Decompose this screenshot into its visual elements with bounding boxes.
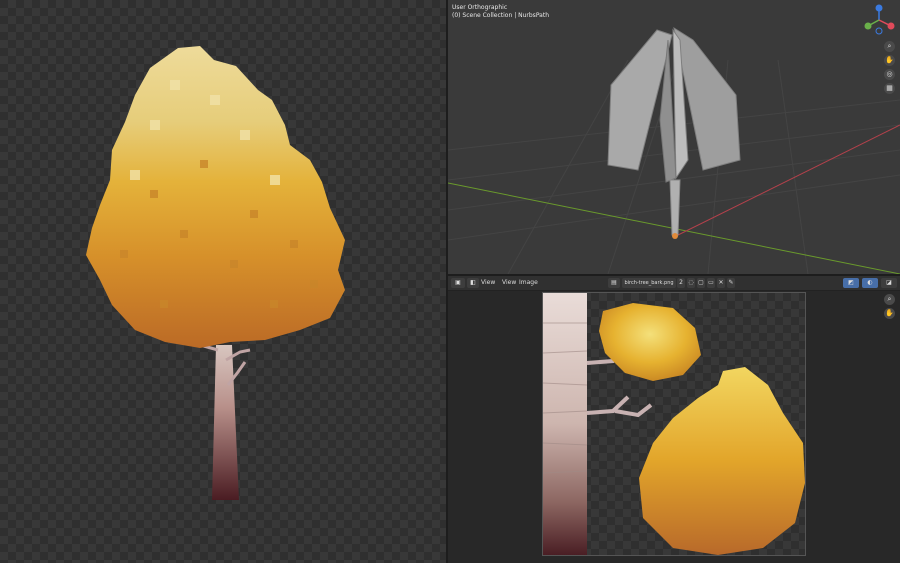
navigation-gizmo[interactable] — [862, 4, 896, 36]
view-name: User Orthographic — [452, 4, 508, 11]
overlay-toggle-icon[interactable]: ◩ — [843, 278, 859, 288]
view-options-icon[interactable]: ◪ — [881, 278, 897, 288]
users-count[interactable]: 2 — [677, 278, 685, 288]
collection-label: (0) Scene Collection | NurbsPath — [452, 12, 549, 19]
tree-render — [86, 46, 345, 500]
grid-icon[interactable]: ▦ — [884, 83, 895, 94]
image-name-field[interactable]: birch-tree_bark.png — [622, 278, 676, 288]
image-editor-header: ▣ ◧ View View Image ▤ birch-tree_bark.pn… — [448, 276, 900, 291]
foliage-sprite-large — [639, 367, 805, 555]
mode-icon[interactable]: ◧ — [467, 278, 479, 288]
z-axis-handle[interactable] — [875, 4, 883, 12]
image-editor[interactable]: ▣ ◧ View View Image ▤ birch-tree_bark.pn… — [448, 276, 900, 563]
fake-user-icon[interactable]: ◌ — [687, 278, 695, 288]
bark-strip — [543, 293, 587, 555]
trunk — [212, 345, 239, 500]
camera-icon[interactable]: ◎ — [884, 69, 895, 80]
neg-z-axis-handle[interactable] — [875, 27, 883, 35]
new-image-icon[interactable]: ▢ — [697, 278, 705, 288]
pin-icon[interactable]: ✎ — [727, 278, 735, 288]
tree-crown — [86, 46, 345, 348]
foliage-sprite-small — [599, 303, 701, 381]
x-axis-handle[interactable] — [887, 22, 895, 30]
close-image-icon[interactable]: ✕ — [717, 278, 725, 288]
hand-icon[interactable]: ✋ — [884, 308, 895, 319]
display-channels-icon[interactable]: ◐ — [862, 278, 878, 288]
object-origin — [672, 233, 678, 239]
menu-view-mode[interactable]: View — [481, 279, 495, 286]
menu-image[interactable]: Image — [519, 279, 538, 286]
zoom-icon[interactable]: ⌕ — [884, 294, 895, 305]
editor-type-icon[interactable]: ▣ — [451, 278, 465, 288]
render-view[interactable] — [0, 0, 446, 563]
y-axis-handle[interactable] — [864, 22, 872, 30]
viewport-grid — [448, 26, 900, 274]
zoom-icon[interactable]: ⌕ — [884, 41, 895, 52]
image-browse-icon[interactable]: ▤ — [608, 278, 620, 288]
menu-view[interactable]: View — [502, 279, 516, 286]
open-image-icon[interactable]: ▭ — [707, 278, 715, 288]
branch-sprite — [586, 395, 653, 418]
hand-icon[interactable]: ✋ — [884, 55, 895, 66]
tree-mesh — [607, 26, 741, 236]
image-canvas[interactable] — [542, 292, 806, 556]
3d-viewport[interactable]: User Orthographic (0) Scene Collection |… — [448, 0, 900, 274]
bark-texture-image — [542, 293, 805, 555]
